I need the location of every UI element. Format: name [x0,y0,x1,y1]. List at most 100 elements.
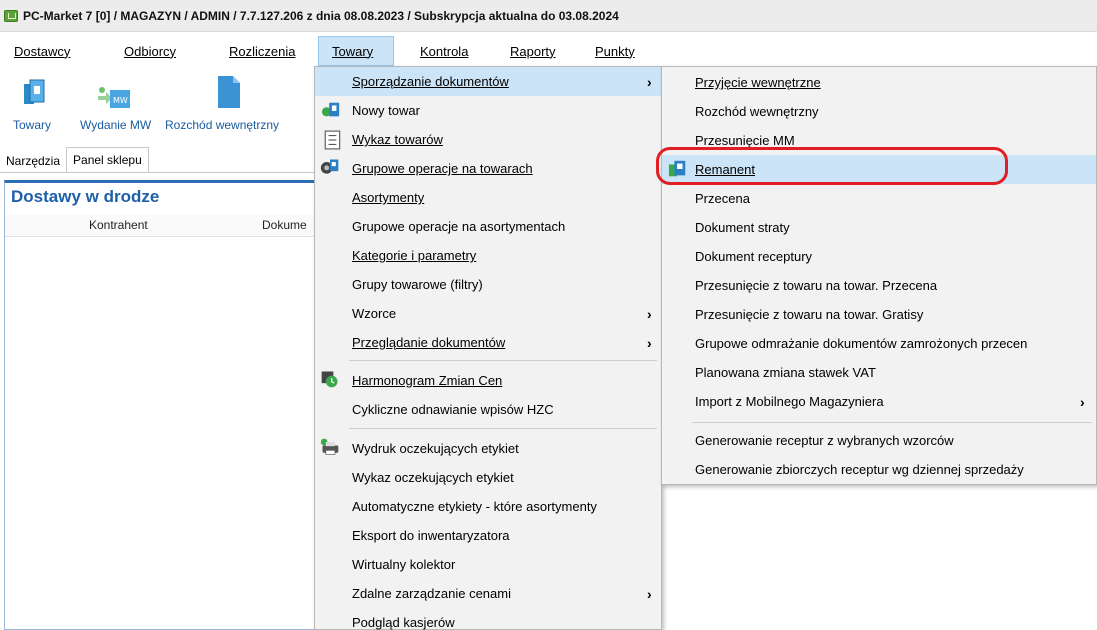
wydanie-mw-button[interactable]: MW Wydanie MW [78,70,164,146]
submenu-item-label: Generowanie receptur z wybranych wzorców [695,433,954,448]
menu-raporty[interactable]: Raporty [510,36,580,66]
window-title: PC-Market 7 [0] / MAGAZYN / ADMIN / 7.7.… [23,8,619,23]
submenu-item-dokument-straty[interactable]: Dokument straty [662,213,1096,242]
panel-title: Dostawy w drodze [11,187,160,206]
submenu-item-przyjecie-wewnetrzne[interactable]: Przyjęcie wewnętrzne [662,68,1096,97]
menu-item-wydruk-etykiet[interactable]: Wydruk oczekujących etykiet [315,434,661,463]
menu-separator [349,360,657,361]
schedule-icon [321,371,338,388]
rozchod-button-label: Rozchód wewnętrzny [165,118,280,132]
menu-item-podglad-kasjerow[interactable]: Podgląd kasjerów [315,608,661,630]
column-dokument[interactable]: Dokume [262,218,307,232]
submenu-item-przesuniecie-gratisy[interactable]: Przesunięcie z towaru na towar. Gratisy [662,300,1096,329]
submenu-item-label: Przyjęcie wewnętrzne [695,75,821,90]
menu-item-label: Eksport do inwentaryzatora [352,528,510,543]
menu-item-label: Wzorce [352,306,397,321]
menu-towary[interactable]: Towary [318,36,394,66]
menu-punkty[interactable]: Punkty [595,36,655,66]
menu-item-zdalne-zarzadzanie-cenami[interactable]: Zdalne zarządzanie cenami › [315,579,661,608]
menu-item-label: Automatyczne etykiety - które asortyment… [352,499,597,514]
submenu-item-label: Przesunięcie MM [695,133,795,148]
submenu-item-import-mobilnego-magazyniera[interactable]: Import z Mobilnego Magazyniera › [662,387,1096,416]
submenu-item-label: Dokument straty [695,220,790,235]
towary-dropdown: Sporządzanie dokumentów › Nowy towar Wyk… [314,66,662,630]
menu-odbiorcy-label: Odbiorcy [124,43,177,59]
tab-narzedzia-label: Narzędzia [6,154,61,168]
menu-item-label: Grupy towarowe (filtry) [352,277,483,292]
menu-item-label: Wykaz towarów [352,132,443,147]
menu-item-asortymenty[interactable]: Asortymenty [315,183,661,212]
menu-item-harmonogram-zmian-cen[interactable]: Harmonogram Zmian Cen [315,366,661,395]
deliveries-panel: Dostawy w drodze Kontrahent Dokume [4,180,322,630]
menu-item-wykaz-etykiet[interactable]: Wykaz oczekujących etykiet [315,463,661,492]
submenu-item-label: Planowana zmiana stawek VAT [695,365,876,380]
menu-item-sporzadzanie-dokumentow[interactable]: Sporządzanie dokumentów › [315,67,661,96]
menu-dostawcy-label: Dostawcy [14,43,71,59]
menu-dostawcy[interactable]: Dostawcy [14,36,94,66]
menu-item-label: Cykliczne odnawianie wpisów HZC [352,402,554,417]
panel-table-header: Kontrahent Dokume [5,215,321,237]
menu-item-przegladanie-dokumentow[interactable]: Przeglądanie dokumentów › [315,328,661,357]
menu-item-wzorce[interactable]: Wzorce › [315,299,661,328]
submenu-item-generowanie-receptur[interactable]: Generowanie receptur z wybranych wzorców [662,426,1096,455]
menu-item-grupowe-operacje-asortymenty[interactable]: Grupowe operacje na asortymentach [315,212,661,241]
submenu-item-dokument-receptury[interactable]: Dokument receptury [662,242,1096,271]
towary-button[interactable]: Towary [0,70,78,146]
menu-item-grupy-towarowe[interactable]: Grupy towarowe (filtry) [315,270,661,299]
submenu-item-przecena[interactable]: Przecena [662,184,1096,213]
submenu-item-generowanie-zbiorczych-receptur[interactable]: Generowanie zbiorczych receptur wg dzien… [662,455,1096,484]
menu-item-label: Grupowe operacje na towarach [352,161,533,176]
chevron-right-icon: › [1080,393,1085,410]
documents-submenu: Przyjęcie wewnętrzne Rozchód wewnętrzny … [661,66,1097,485]
tab-strip: Narzędzia Panel sklepu [0,147,320,173]
tab-panel-sklepu-label: Panel sklepu [73,153,142,167]
title-bar: PC-Market 7 [0] / MAGAZYN / ADMIN / 7.7.… [0,0,1097,32]
wydanie-mw-button-label: Wydanie MW [80,118,152,132]
menu-item-cykliczne-odnawianie[interactable]: Cykliczne odnawianie wpisów HZC [315,395,661,424]
submenu-item-label: Przesunięcie z towaru na towar. Gratisy [695,307,924,322]
document-icon [218,76,240,108]
menu-raporty-label: Raporty [510,43,556,59]
menu-item-grupowe-operacje-towary[interactable]: Grupowe operacje na towarach [315,154,661,183]
printer-icon [320,438,339,455]
chevron-right-icon: › [647,334,652,351]
menu-odbiorcy[interactable]: Odbiorcy [124,36,204,66]
submenu-item-rozchod-wewnetrzny[interactable]: Rozchód wewnętrzny [662,97,1096,126]
rozchod-button[interactable]: Rozchód wewnętrzny [164,70,294,146]
menu-item-label: Zdalne zarządzanie cenami [352,586,511,601]
menu-item-wirtualny-kolektor[interactable]: Wirtualny kolektor [315,550,661,579]
menu-item-eksport-inwentaryzatora[interactable]: Eksport do inwentaryzatora [315,521,661,550]
menu-item-automatyczne-etykiety[interactable]: Automatyczne etykiety - które asortyment… [315,492,661,521]
towary-button-label: Towary [13,118,52,132]
menu-kontrola-label: Kontrola [420,43,469,59]
menu-item-kategorie-parametry[interactable]: Kategorie i parametry [315,241,661,270]
submenu-separator [692,422,1092,423]
submenu-item-grupowe-odmrazanie[interactable]: Grupowe odmrażanie dokumentów zamrożonyc… [662,329,1096,358]
menu-rozliczenia[interactable]: Rozliczenia [229,36,314,66]
menu-item-label: Asortymenty [352,190,425,205]
menu-separator [349,428,657,429]
chevron-right-icon: › [647,585,652,602]
submenu-item-label: Grupowe odmrażanie dokumentów zamrożonyc… [695,336,1028,351]
menu-item-label: Wirtualny kolektor [352,557,456,572]
menu-item-label: Harmonogram Zmian Cen [352,373,503,388]
menu-rozliczenia-label: Rozliczenia [229,43,296,59]
list-icon [324,130,341,150]
submenu-item-label: Import z Mobilnego Magazyniera [695,394,884,409]
column-kontrahent[interactable]: Kontrahent [89,218,148,232]
toolbar: Towary MW Wydanie MW Rozchód wewnętrzny [0,70,320,146]
menu-item-label: Podgląd kasjerów [352,615,455,630]
tab-panel-sklepu[interactable]: Panel sklepu [66,147,149,172]
menu-item-nowy-towar[interactable]: Nowy towar [315,96,661,125]
menu-item-label: Grupowe operacje na asortymentach [352,219,566,234]
tab-narzedzia[interactable]: Narzędzia [0,150,66,172]
submenu-item-label: Generowanie zbiorczych receptur wg dzien… [695,462,1024,477]
submenu-item-zmiana-stawek-vat[interactable]: Planowana zmiana stawek VAT [662,358,1096,387]
menu-item-wykaz-towarow[interactable]: Wykaz towarów [315,125,661,154]
submenu-item-label: Rozchód wewnętrzny [695,104,819,119]
submenu-item-przesuniecie-przecena[interactable]: Przesunięcie z towaru na towar. Przecena [662,271,1096,300]
menu-kontrola[interactable]: Kontrola [420,36,500,66]
menu-item-label: Kategorie i parametry [352,248,477,263]
submenu-item-label: Przecena [695,191,750,206]
submenu-item-label: Przesunięcie z towaru na towar. Przecena [695,278,938,293]
